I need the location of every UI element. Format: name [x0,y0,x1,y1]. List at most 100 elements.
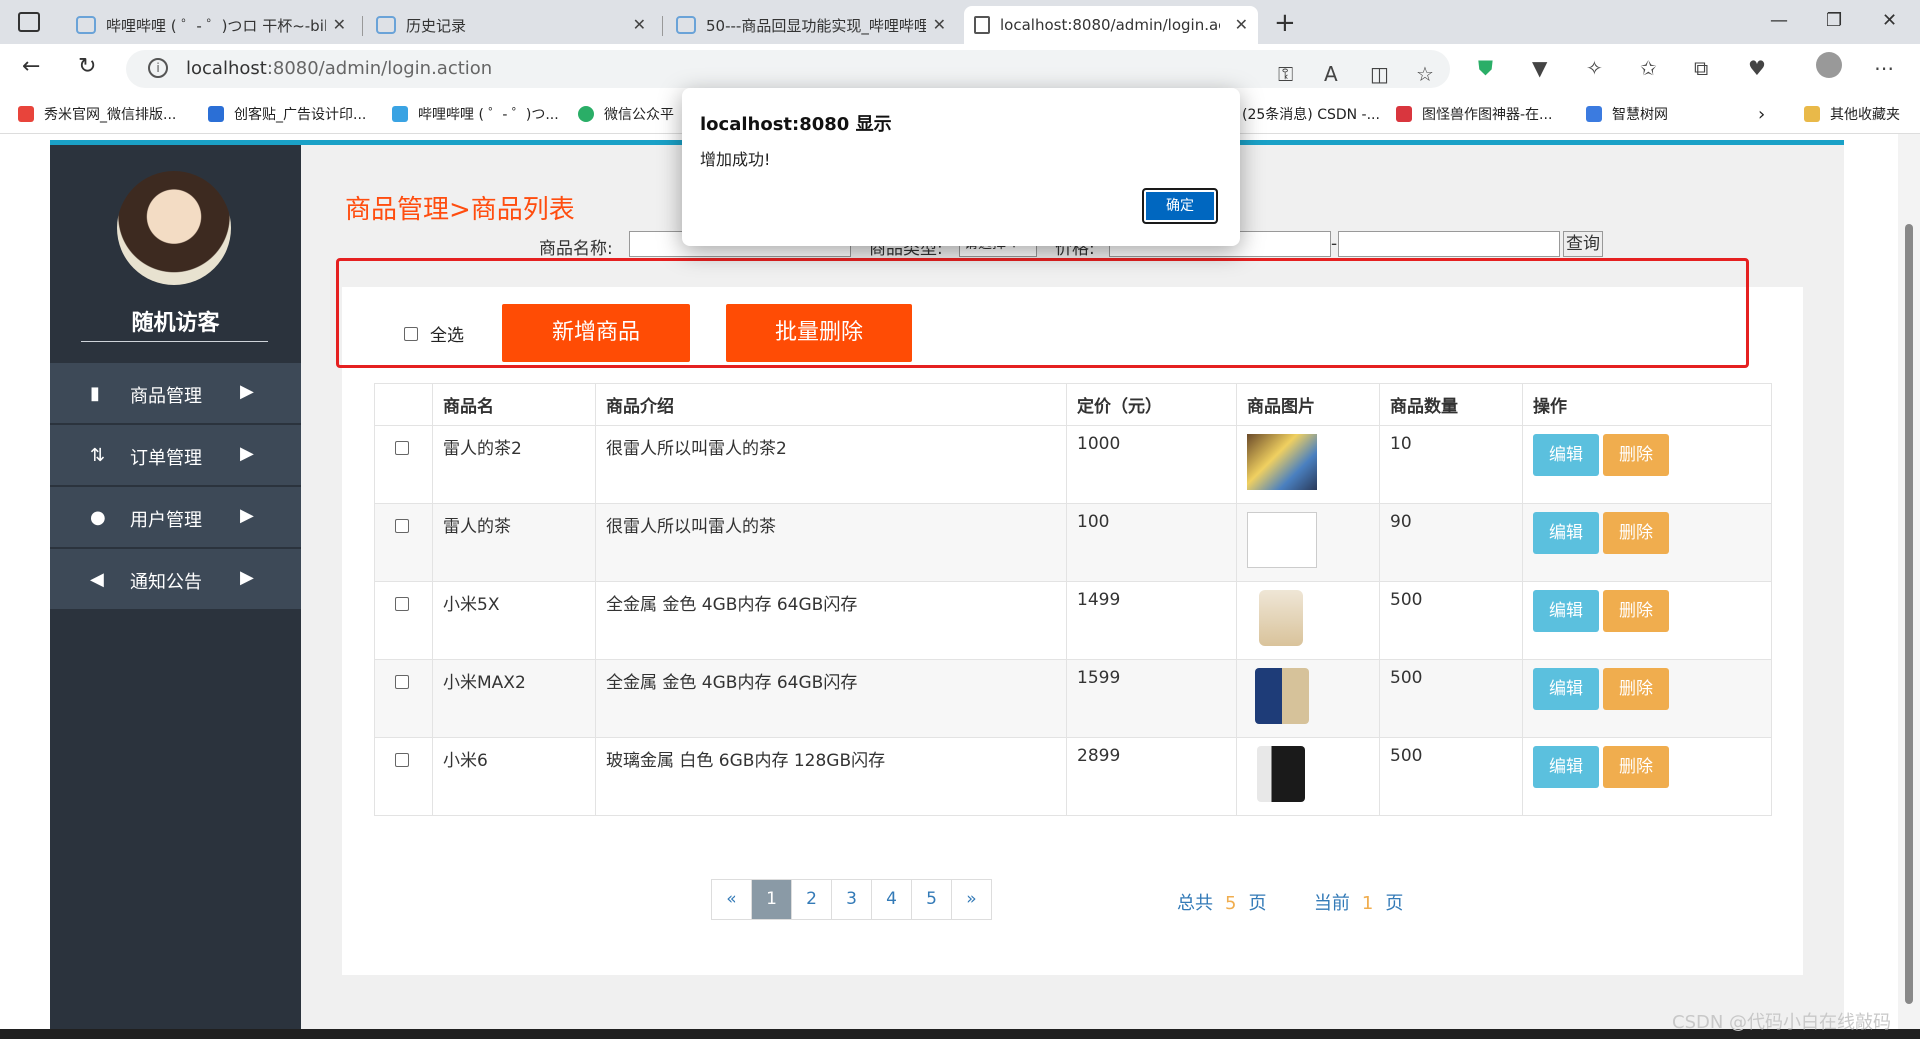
performance-icon[interactable]: ♥ [1748,56,1766,80]
actions-cell: 编辑 删除 [1522,581,1772,660]
alert-dialog: localhost:8080 显示 增加成功! 确定 [682,88,1240,246]
bookmark-bilibili[interactable]: 哔哩哔哩 ( ゜- ゜)つ... [392,104,559,124]
page-3-button[interactable]: 3 [831,879,872,920]
profile-avatar[interactable] [1816,52,1842,78]
edit-button[interactable]: 编辑 [1533,668,1599,710]
product-quantity: 10 [1379,425,1523,504]
url-path: :8080/admin/login.action [266,58,493,79]
pagination: « 1 2 3 4 5 » [711,879,992,920]
product-intro: 全金属 金色 4GB内存 64GB闪存 [595,659,1067,738]
sidebar-item-product[interactable]: ▮ 商品管理 ▶ [50,363,301,423]
puzzle-icon[interactable]: ✧ [1586,56,1603,80]
tab-video[interactable]: 50---商品回显功能实现_哔哩哔哩 ✕ [666,6,956,44]
broken-image-icon [1247,512,1317,568]
bookmark-other-folder[interactable]: 其他收藏夹 [1804,104,1900,124]
delete-button[interactable]: 删除 [1603,746,1669,788]
edit-button[interactable]: 编辑 [1533,434,1599,476]
extension-v-icon[interactable]: ▼ [1532,56,1547,80]
edit-button[interactable]: 编辑 [1533,590,1599,632]
bilibili-icon [76,16,96,34]
product-image-cell [1236,581,1380,660]
close-icon[interactable]: ✕ [333,15,346,34]
scroll-thumb[interactable] [1905,224,1913,1004]
book-icon: ▮ [90,383,100,404]
info-icon[interactable]: i [148,58,168,78]
favorite-add-icon[interactable]: ☆ [1416,62,1434,86]
close-icon[interactable]: ✕ [633,15,646,34]
favorites-icon[interactable]: ✩ [1640,56,1657,80]
bookmark-zhihuishu[interactable]: 智慧树网 [1586,104,1668,124]
read-aloud-icon[interactable]: A [1324,62,1338,86]
sidebar-item-user[interactable]: ● 用户管理 ▶ [50,487,301,547]
page-4-button[interactable]: 4 [871,879,912,920]
delete-button[interactable]: 删除 [1603,434,1669,476]
page-unit: 页 [1385,893,1404,914]
query-button[interactable]: 查询 [1563,231,1603,257]
url-host: localhost [186,58,267,79]
page-prev-button[interactable]: « [711,879,752,920]
delete-button[interactable]: 删除 [1603,668,1669,710]
close-icon[interactable]: ✕ [1235,15,1248,34]
tab-localhost-active[interactable]: localhost:8080/admin/login.action ✕ [964,6,1258,44]
restore-icon[interactable]: ❐ [1826,10,1842,31]
table-row: 雷人的茶 很雷人所以叫雷人的茶 100 90 编辑 删除 [374,503,1772,582]
more-icon[interactable]: ⋯ [1874,56,1894,80]
row-checkbox[interactable] [395,519,409,533]
edit-button[interactable]: 编辑 [1533,512,1599,554]
total-label: 总共 [1177,893,1213,914]
row-checkbox[interactable] [395,753,409,767]
minimize-icon[interactable]: — [1770,10,1788,31]
bookmark-wechat[interactable]: 微信公众平 [578,104,674,124]
row-checkbox[interactable] [395,441,409,455]
row-select-cell [374,659,433,738]
row-checkbox[interactable] [395,675,409,689]
user-icon: ● [90,507,106,528]
product-price: 2899 [1066,737,1237,816]
tab-title: 50---商品回显功能实现_哔哩哔哩 [706,16,926,35]
bookmark-chuangkit[interactable]: 创客贴_广告设计印... [208,104,366,124]
table-row: 雷人的茶2 很雷人所以叫雷人的茶2 1000 10 编辑 删除 [374,425,1772,504]
sidebar-item-order[interactable]: ⇅ 订单管理 ▶ [50,425,301,485]
close-window-icon[interactable]: ✕ [1882,10,1897,31]
search-price-max-input[interactable] [1338,231,1560,257]
chevron-right-icon[interactable]: › [1758,104,1765,125]
shield-icon[interactable]: ⛊ [1478,56,1493,80]
product-intro: 玻璃金属 白色 6GB内存 128GB闪存 [595,737,1067,816]
browser-tab-bar: 哔哩哔哩 ( ゜- ゜)つロ 干杯~-bilibili ✕ 历史记录 ✕ 50-… [0,0,1920,44]
url-field[interactable]: i localhost:8080/admin/login.action ⚿ A … [126,50,1450,88]
delete-button[interactable]: 删除 [1603,590,1669,632]
product-quantity: 500 [1379,659,1523,738]
row-select-cell [374,503,433,582]
bookmark-label: 微信公众平 [604,107,674,123]
sidebar-item-notice[interactable]: ◀ 通知公告 ▶ [50,549,301,609]
delete-button[interactable]: 删除 [1603,512,1669,554]
key-icon[interactable]: ⚿ [1278,62,1293,86]
scrollbar[interactable] [1898,134,1920,1029]
bookmark-tuguaishou[interactable]: 图怪兽作图神器-在... [1396,104,1552,124]
product-quantity: 500 [1379,581,1523,660]
dialog-ok-button[interactable]: 确定 [1142,188,1218,224]
product-intro: 很雷人所以叫雷人的茶2 [595,425,1067,504]
page-5-button[interactable]: 5 [911,879,952,920]
bookmark-label: (25条消息) CSDN -... [1242,107,1380,123]
refresh-icon[interactable]: ↻ [78,54,96,79]
collections-icon[interactable]: ⧉ [1694,56,1708,80]
row-checkbox[interactable] [395,597,409,611]
product-image [1255,668,1309,724]
back-icon[interactable]: ← [22,54,40,79]
page-next-button[interactable]: » [951,879,992,920]
edit-button[interactable]: 编辑 [1533,746,1599,788]
split-screen-icon[interactable]: ◫ [1370,62,1389,86]
page-2-button[interactable]: 2 [791,879,832,920]
new-tab-button[interactable]: + [1274,8,1296,38]
address-bar-row: ← ↻ i localhost:8080/admin/login.action … [0,44,1920,94]
bilibili-icon [392,106,408,122]
window-menu-icon[interactable] [18,12,40,32]
tab-history[interactable]: 历史记录 ✕ [366,6,656,44]
close-icon[interactable]: ✕ [933,15,946,34]
tab-bilibili[interactable]: 哔哩哔哩 ( ゜- ゜)つロ 干杯~-bilibili ✕ [66,6,356,44]
row-select-cell [374,425,433,504]
bookmark-csdn[interactable]: (25条消息) CSDN -... [1242,104,1380,124]
bookmark-xiumi[interactable]: 秀米官网_微信排版... [18,104,176,124]
page-1-button[interactable]: 1 [751,879,792,920]
